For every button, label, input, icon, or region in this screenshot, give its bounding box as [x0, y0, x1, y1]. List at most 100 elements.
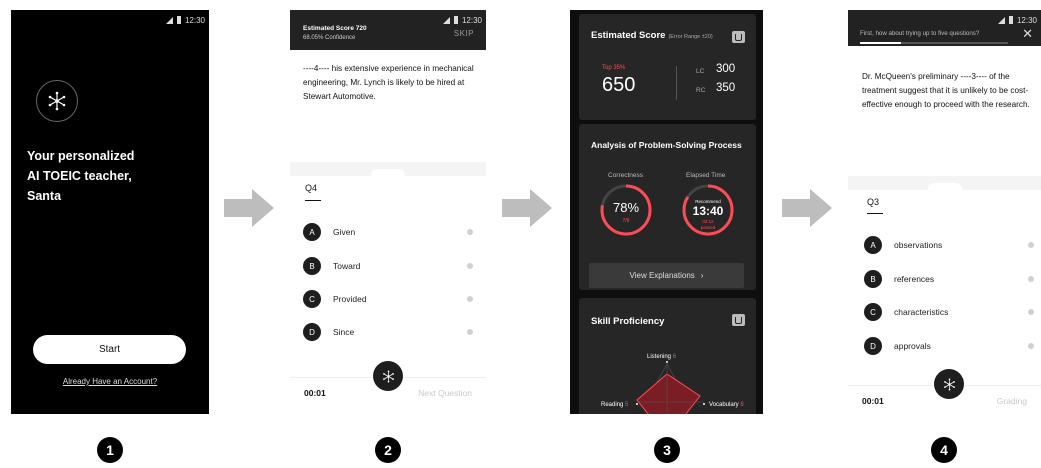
- correctness-value: 78%: [613, 200, 639, 215]
- skill-reading-name: Reading: [601, 402, 623, 408]
- grading-button[interactable]: Grading: [997, 396, 1027, 406]
- step-number-2: 2: [375, 437, 401, 463]
- snowflake-icon: [943, 378, 956, 391]
- signal-icon: [997, 16, 1005, 24]
- battery-icon: [1008, 16, 1013, 24]
- option-a[interactable]: A observations: [864, 236, 1034, 254]
- skill-listening-value: 6: [673, 354, 677, 360]
- option-d[interactable]: D approvals: [864, 337, 1034, 355]
- question-text: ----4---- his extensive experience in me…: [303, 64, 474, 101]
- skill-vocabulary-name: Vocabulary: [709, 402, 739, 408]
- option-radio-icon: [467, 263, 473, 269]
- question-screen-q4: 12:30 Estimated Score 720 68.05% Confide…: [290, 10, 486, 414]
- skill-proficiency-card: Skill Proficiency Listening 6 Reading 5 …: [579, 298, 756, 414]
- chevron-right-icon: ›: [700, 271, 704, 280]
- beaker-icon[interactable]: [732, 314, 745, 326]
- trial-progress-bar: [860, 42, 1008, 44]
- welcome-title: Your personalized AI TOEIC teacher, Sant…: [27, 149, 135, 203]
- confidence-label: 68.05% Confidence: [303, 35, 356, 41]
- estimated-score-card: Estimated Score (Error Range ±20) Top 35%…: [579, 14, 756, 120]
- skip-button[interactable]: SKIP: [454, 29, 474, 38]
- status-time: 12:30: [1016, 15, 1037, 25]
- status-time: 12:30: [184, 15, 205, 25]
- rc-label: RC: [696, 87, 706, 94]
- arrow-right-icon: [782, 189, 832, 227]
- status-bar: 12:30: [11, 10, 209, 30]
- option-c[interactable]: C Provided: [303, 290, 473, 308]
- view-explanations-label: View Explanations: [629, 271, 695, 280]
- estimated-score-label: Estimated Score 720: [303, 25, 367, 32]
- diagnosis-result-screen: Estimated Score (Error Range ±20) Top 35%…: [570, 10, 763, 414]
- trial-progress-fill: [860, 42, 902, 44]
- question-number: Q3: [867, 197, 880, 207]
- option-text: Given: [333, 227, 356, 237]
- drag-handle[interactable]: [928, 183, 962, 193]
- recommend-time: 13:40: [693, 204, 724, 218]
- option-radio-icon: [1028, 242, 1034, 248]
- timer: 00:01: [862, 396, 884, 406]
- have-account-link[interactable]: Already Have an Account?: [11, 377, 209, 386]
- skill-title: Skill Proficiency: [591, 316, 665, 327]
- option-letter: C: [864, 303, 882, 321]
- question-text: Dr. McQueen's preliminary ----3---- of t…: [862, 72, 1030, 109]
- view-explanations-button[interactable]: View Explanations ›: [589, 263, 744, 288]
- option-c[interactable]: C characteristics: [864, 303, 1034, 321]
- option-a[interactable]: A Given: [303, 223, 473, 241]
- analysis-title: Analysis of Problem-Solving Process: [591, 140, 742, 150]
- estimated-score-title: Estimated Score: [591, 30, 666, 41]
- arrow-right-icon: [502, 189, 552, 227]
- option-b[interactable]: B Toward: [303, 257, 473, 275]
- passed-time: 02:12: [702, 219, 714, 224]
- skill-radar-chart: Listening 6 Reading 5 Vocabulary 8: [601, 354, 744, 414]
- snowflake-icon: [382, 370, 395, 383]
- skill-reading-value: 5: [625, 402, 629, 408]
- correctness-label: Correctness: [608, 172, 644, 179]
- drag-handle[interactable]: [371, 169, 405, 179]
- skill-vocabulary-value: 8: [740, 402, 744, 408]
- card-title: Estimated Score (Error Range ±20): [591, 30, 713, 41]
- option-radio-icon: [467, 329, 473, 335]
- option-text: observations: [894, 240, 943, 250]
- option-radio-icon: [1028, 309, 1034, 315]
- question-number: Q4: [305, 183, 318, 193]
- option-radio-icon: [467, 229, 473, 235]
- correctness-gauge: 78% 7/9: [600, 184, 652, 236]
- battery-icon: [453, 16, 458, 24]
- close-icon[interactable]: ✕: [1022, 26, 1033, 42]
- beaker-icon[interactable]: [732, 31, 745, 43]
- step-number-3: 3: [654, 437, 680, 463]
- option-text: Since: [333, 327, 355, 337]
- lc-score: 300: [716, 63, 736, 75]
- timer: 00:01: [304, 388, 326, 398]
- step-number-1: 1: [97, 437, 123, 463]
- status-bar: 12:30: [848, 10, 1041, 30]
- elapsed-time-label: Elapsed Time: [686, 172, 726, 179]
- option-letter: A: [864, 236, 882, 254]
- option-letter: B: [864, 270, 882, 288]
- battery-icon: [176, 16, 181, 24]
- option-radio-icon: [467, 296, 473, 302]
- onboarding-screen: 12:30 Your personalized AI TOEIC teacher…: [11, 10, 209, 414]
- question-screen-q3: 12:30 First, how about trying up to five…: [848, 10, 1041, 414]
- question-number-underline: [867, 213, 883, 214]
- top-percent: Top 35%: [602, 65, 626, 71]
- option-d[interactable]: D Since: [303, 323, 473, 341]
- option-letter: C: [303, 290, 321, 308]
- skill-listening-name: Listening: [647, 354, 671, 360]
- skill-reading-label: Reading 5: [601, 402, 629, 408]
- passed-label: passed: [701, 225, 716, 230]
- option-letter: B: [303, 257, 321, 275]
- start-button[interactable]: Start: [33, 335, 186, 364]
- option-letter: D: [303, 323, 321, 341]
- next-question-button[interactable]: Next Question: [418, 388, 472, 398]
- correctness-fraction: 7/9: [623, 218, 630, 224]
- option-text: Provided: [333, 294, 367, 304]
- santa-fab[interactable]: [373, 361, 403, 391]
- status-time: 12:30: [461, 15, 482, 25]
- option-letter: D: [864, 337, 882, 355]
- error-range: (Error Range ±20): [668, 34, 713, 40]
- option-b[interactable]: B references: [864, 270, 1034, 288]
- step-number-4: 4: [931, 437, 957, 463]
- santa-fab[interactable]: [934, 369, 964, 399]
- lc-label: LC: [696, 68, 705, 75]
